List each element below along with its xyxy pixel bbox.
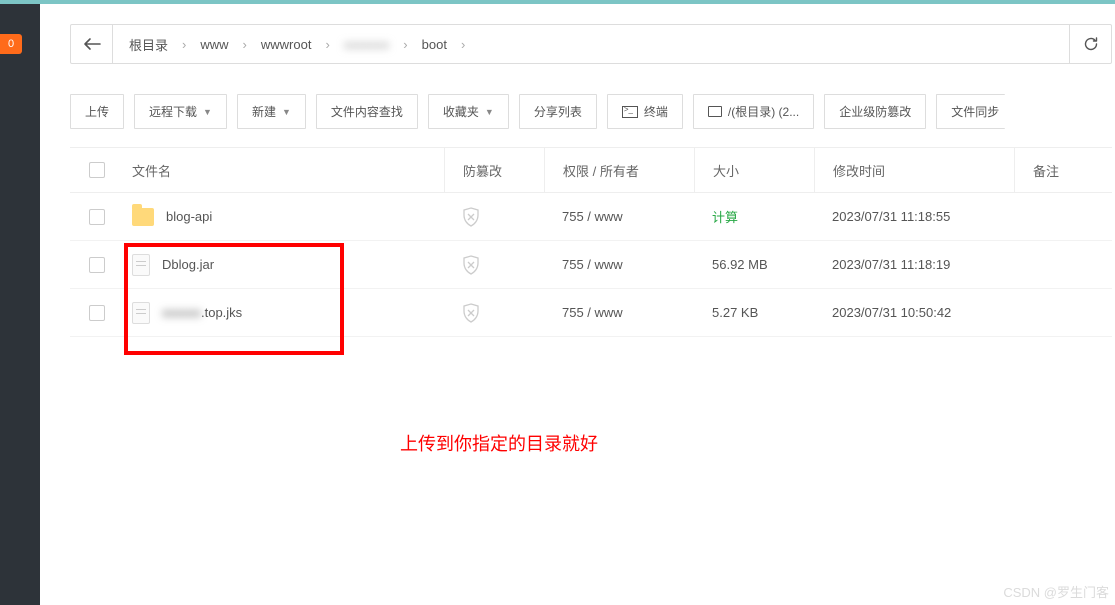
file-icon <box>132 302 150 324</box>
col-header-size[interactable]: 大小 <box>694 148 814 192</box>
terminal-button[interactable]: 终端 <box>607 94 683 129</box>
remote-download-label: 远程下载 <box>149 103 197 120</box>
table-row[interactable]: Dblog.jar 755 / www 56.92 MB 2023/07/31 … <box>70 241 1112 289</box>
table-row[interactable]: blog-api 755 / www 计算 2023/07/31 11:18:5… <box>70 193 1112 241</box>
crumb-wwwroot[interactable]: wwwroot <box>255 37 318 52</box>
chevron-right-icon: › <box>239 37 251 52</box>
toolbar: 上传 远程下载 ▼ 新建 ▼ 文件内容查找 收藏夹 ▼ 分享列表 终端 /(根目… <box>70 94 1115 129</box>
new-button[interactable]: 新建 ▼ <box>237 94 306 129</box>
disk-root-button[interactable]: /(根目录) (2... <box>693 94 814 129</box>
refresh-button[interactable] <box>1069 25 1111 63</box>
col-header-mtime[interactable]: 修改时间 <box>814 148 1014 192</box>
crumb-www[interactable]: www <box>194 37 234 52</box>
folder-icon <box>132 208 154 226</box>
file-table: 文件名 防篡改 权限 / 所有者 大小 修改时间 备注 blog-api 755… <box>70 147 1112 337</box>
crumb-blurred[interactable]: xxxxxxx <box>338 37 396 52</box>
file-name[interactable]: blog-api <box>166 209 212 224</box>
table-header: 文件名 防篡改 权限 / 所有者 大小 修改时间 备注 <box>70 147 1112 193</box>
sidebar: 0 <box>0 4 40 605</box>
annotation-text: 上传到你指定的目录就好 <box>400 430 598 456</box>
row-checkbox[interactable] <box>89 257 105 273</box>
file-perm: 755 / www <box>544 289 694 336</box>
favorites-button[interactable]: 收藏夹 ▼ <box>428 94 509 129</box>
file-mtime: 2023/07/31 11:18:55 <box>814 193 1014 240</box>
content-search-button[interactable]: 文件内容查找 <box>316 94 418 129</box>
col-header-remark[interactable]: 备注 <box>1014 148 1112 192</box>
col-header-name[interactable]: 文件名 <box>124 161 444 180</box>
back-button[interactable] <box>71 25 113 63</box>
crumb-root[interactable]: 根目录 <box>123 35 174 54</box>
favorites-label: 收藏夹 <box>443 103 479 120</box>
chevron-down-icon: ▼ <box>485 107 494 117</box>
shield-icon[interactable] <box>462 207 480 227</box>
enterprise-tamper-button[interactable]: 企业级防篡改 <box>824 94 926 129</box>
chevron-right-icon: › <box>178 37 190 52</box>
chevron-right-icon: › <box>399 37 411 52</box>
file-perm: 755 / www <box>544 193 694 240</box>
col-header-perm[interactable]: 权限 / 所有者 <box>544 148 694 192</box>
file-perm: 755 / www <box>544 241 694 288</box>
main-panel: 根目录 › www › wwwroot › xxxxxxx › boot › 上… <box>40 4 1115 605</box>
file-mtime: 2023/07/31 10:50:42 <box>814 289 1014 336</box>
chevron-down-icon: ▼ <box>203 107 212 117</box>
remote-download-button[interactable]: 远程下载 ▼ <box>134 94 227 129</box>
breadcrumb-bar: 根目录 › www › wwwroot › xxxxxxx › boot › <box>70 24 1112 64</box>
row-checkbox[interactable] <box>89 209 105 225</box>
terminal-label: 终端 <box>644 103 668 120</box>
file-sync-button[interactable]: 文件同步 <box>936 94 1005 129</box>
sidebar-badge: 0 <box>0 34 22 54</box>
new-label: 新建 <box>252 103 276 120</box>
chevron-right-icon: › <box>321 37 333 52</box>
terminal-icon <box>622 106 638 118</box>
chevron-right-icon: › <box>457 37 469 52</box>
shield-icon[interactable] <box>462 255 480 275</box>
disk-icon <box>708 106 722 117</box>
shield-icon[interactable] <box>462 303 480 323</box>
file-mtime: 2023/07/31 11:18:19 <box>814 241 1014 288</box>
file-size: 5.27 KB <box>694 289 814 336</box>
file-size: 56.92 MB <box>694 241 814 288</box>
file-name[interactable]: Dblog.jar <box>162 257 214 272</box>
col-header-tamper[interactable]: 防篡改 <box>444 148 544 192</box>
table-row[interactable]: xxxxxx.top.jks 755 / www 5.27 KB 2023/07… <box>70 289 1112 337</box>
share-list-button[interactable]: 分享列表 <box>519 94 597 129</box>
chevron-down-icon: ▼ <box>282 107 291 117</box>
crumb-boot[interactable]: boot <box>416 37 453 52</box>
row-checkbox[interactable] <box>89 305 105 321</box>
disk-root-label: /(根目录) (2... <box>728 103 799 120</box>
select-all-checkbox[interactable] <box>89 162 105 178</box>
calculate-size-link[interactable]: 计算 <box>712 207 738 226</box>
breadcrumb-path: 根目录 › www › wwwroot › xxxxxxx › boot › <box>113 25 1069 63</box>
watermark: CSDN @罗生门客 <box>1003 582 1109 601</box>
upload-button[interactable]: 上传 <box>70 94 124 129</box>
file-name[interactable]: xxxxxx.top.jks <box>162 305 242 320</box>
file-icon <box>132 254 150 276</box>
